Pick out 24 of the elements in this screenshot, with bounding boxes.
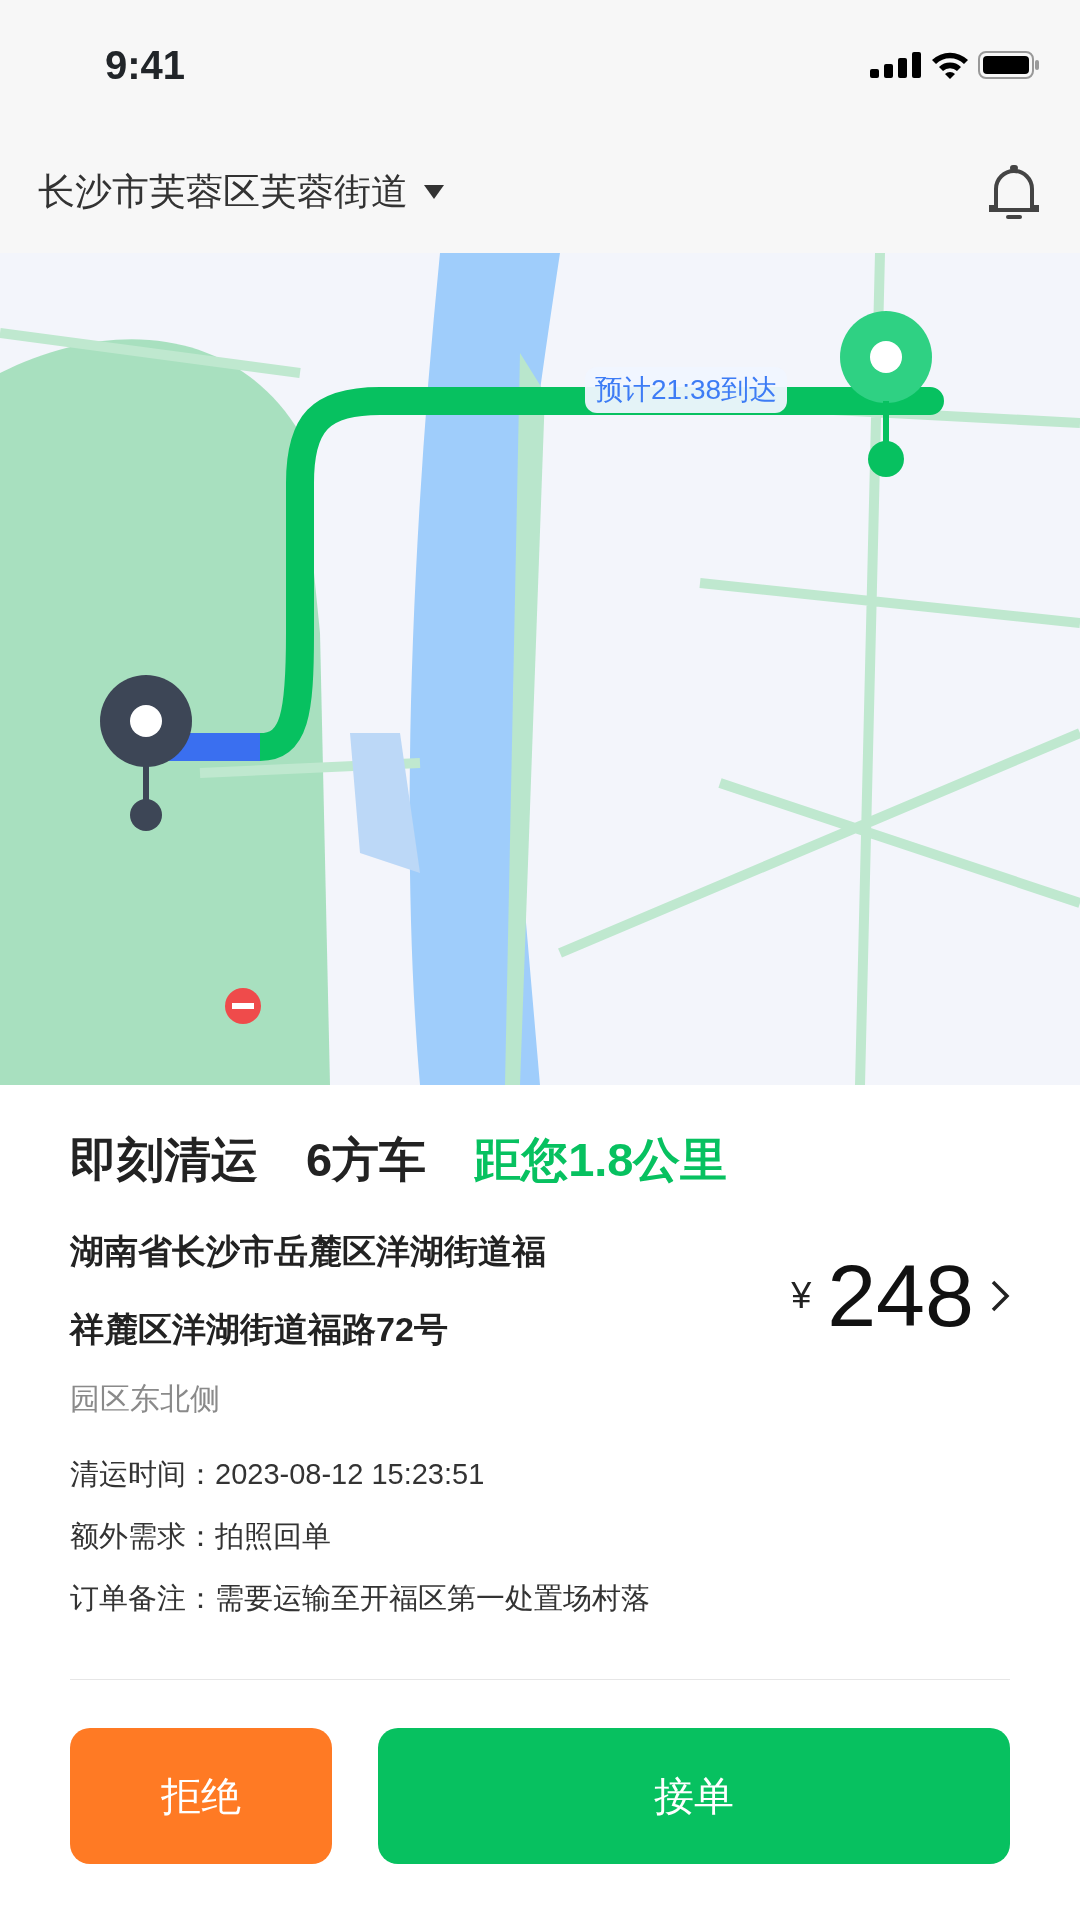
address-line: 湖南省长沙市岳麓区洋湖街道福: [70, 1230, 546, 1272]
distance-label: 距您1.8公里: [474, 1132, 728, 1188]
order-type: 即刻清运: [70, 1132, 258, 1188]
order-detail: 清运时间：2023-08-12 15:23:51: [70, 1456, 486, 1492]
destination-pin-icon: [838, 309, 934, 479]
status-time: 9:41: [105, 42, 186, 89]
vehicle-size: 6方车: [306, 1132, 427, 1188]
order-detail: 订单备注：需要运输至开福区第一处置场村落: [70, 1580, 651, 1616]
price-amount: 248: [827, 1252, 974, 1340]
reject-button[interactable]: 拒绝: [70, 1727, 332, 1864]
signal-icon: [870, 52, 922, 78]
address-line: 祥麓区洋湖街道福路72号: [70, 1308, 449, 1350]
accept-button[interactable]: 接单: [378, 1727, 1010, 1864]
notification-bell-icon[interactable]: [986, 162, 1042, 221]
dropdown-caret-icon[interactable]: [424, 184, 444, 199]
order-detail: 额外需求：拍照回单: [70, 1518, 332, 1554]
address-note: 园区东北侧: [70, 1380, 221, 1417]
arrival-time-label: 预计21:38到达: [585, 367, 788, 413]
start-pin-icon: [98, 673, 194, 833]
currency-symbol: ¥: [791, 1274, 812, 1318]
battery-icon: [978, 51, 1040, 79]
chevron-right-icon[interactable]: [990, 1278, 1010, 1314]
location-selector[interactable]: 长沙市芙蓉区芙蓉街道: [38, 163, 408, 220]
wifi-icon: [930, 51, 970, 79]
